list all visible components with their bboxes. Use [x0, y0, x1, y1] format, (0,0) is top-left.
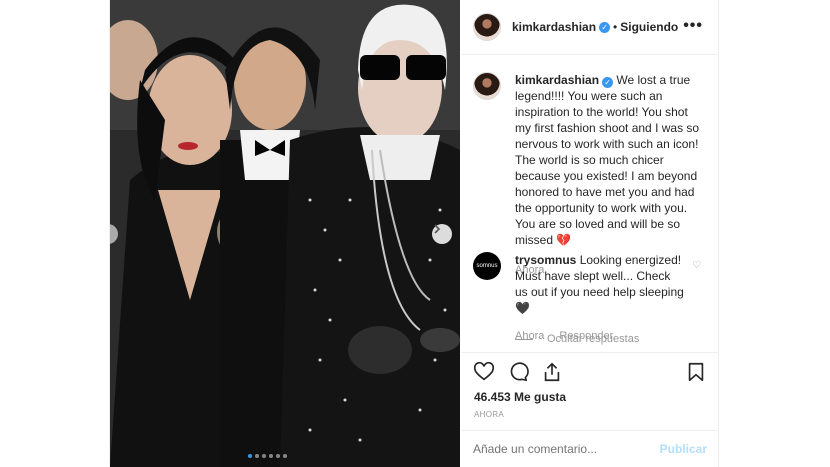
comments-list[interactable]: kimkardashian ✓ We lost a true legend!!!!…	[461, 56, 719, 352]
carousel-dot	[262, 454, 266, 458]
carousel-dot	[248, 454, 252, 458]
instagram-post: kimkardashian ✓ • Siguiendo ••• kimkarda…	[109, 0, 719, 467]
post-time: AHORA	[474, 410, 504, 419]
hide-replies-button[interactable]: Ocultar respuestas	[515, 333, 639, 345]
post-header: kimkardashian ✓ • Siguiendo •••	[461, 0, 719, 55]
header-username[interactable]: kimkardashian	[512, 20, 596, 34]
comment-avatar[interactable]: somnus	[473, 252, 501, 280]
verified-icon: ✓	[602, 77, 614, 88]
heart-icon[interactable]	[473, 361, 495, 383]
share-icon[interactable]	[541, 361, 563, 383]
carousel-dot	[255, 454, 259, 458]
bookmark-icon[interactable]	[685, 361, 707, 383]
publish-button[interactable]: Publicar	[660, 442, 707, 456]
comment-body: trysomnus Looking energized! Must have s…	[515, 252, 685, 344]
avatar[interactable]	[473, 72, 501, 100]
hide-replies-label: Ocultar respuestas	[547, 333, 640, 345]
comment-input[interactable]	[473, 442, 660, 456]
add-comment-bar: Publicar	[461, 430, 719, 467]
like-comment-icon[interactable]: ♡	[692, 260, 701, 271]
caption-body: kimkardashian ✓ We lost a true legend!!!!…	[515, 72, 703, 278]
photo-illustration	[110, 0, 460, 467]
avatar[interactable]	[473, 13, 501, 41]
likes-count[interactable]: 46.453 Me gusta	[474, 390, 566, 404]
post-side-panel: kimkardashian ✓ • Siguiendo ••• kimkarda…	[461, 0, 719, 467]
carousel-dot	[269, 454, 273, 458]
following-button[interactable]: Siguiendo	[620, 20, 678, 34]
replies-line	[515, 338, 533, 340]
comment-icon[interactable]	[507, 361, 529, 383]
caption-comment: kimkardashian ✓ We lost a true legend!!!!…	[473, 72, 703, 278]
separator-dot: •	[613, 20, 618, 34]
comment-username[interactable]: trysomnus	[515, 253, 576, 267]
carousel-dot	[283, 454, 287, 458]
more-options-icon[interactable]: •••	[683, 17, 703, 35]
verified-icon: ✓	[599, 21, 611, 33]
caption-username[interactable]: kimkardashian	[515, 73, 599, 87]
comment-item: somnus trysomnus Looking energized! Must…	[473, 252, 685, 344]
post-photo[interactable]	[110, 0, 460, 467]
carousel-indicator	[248, 454, 287, 458]
next-slide-button[interactable]	[432, 224, 452, 244]
chevron-right-icon	[434, 224, 441, 234]
carousel-dot	[276, 454, 280, 458]
caption-text: We lost a true legend!!!! You were such …	[515, 73, 700, 247]
